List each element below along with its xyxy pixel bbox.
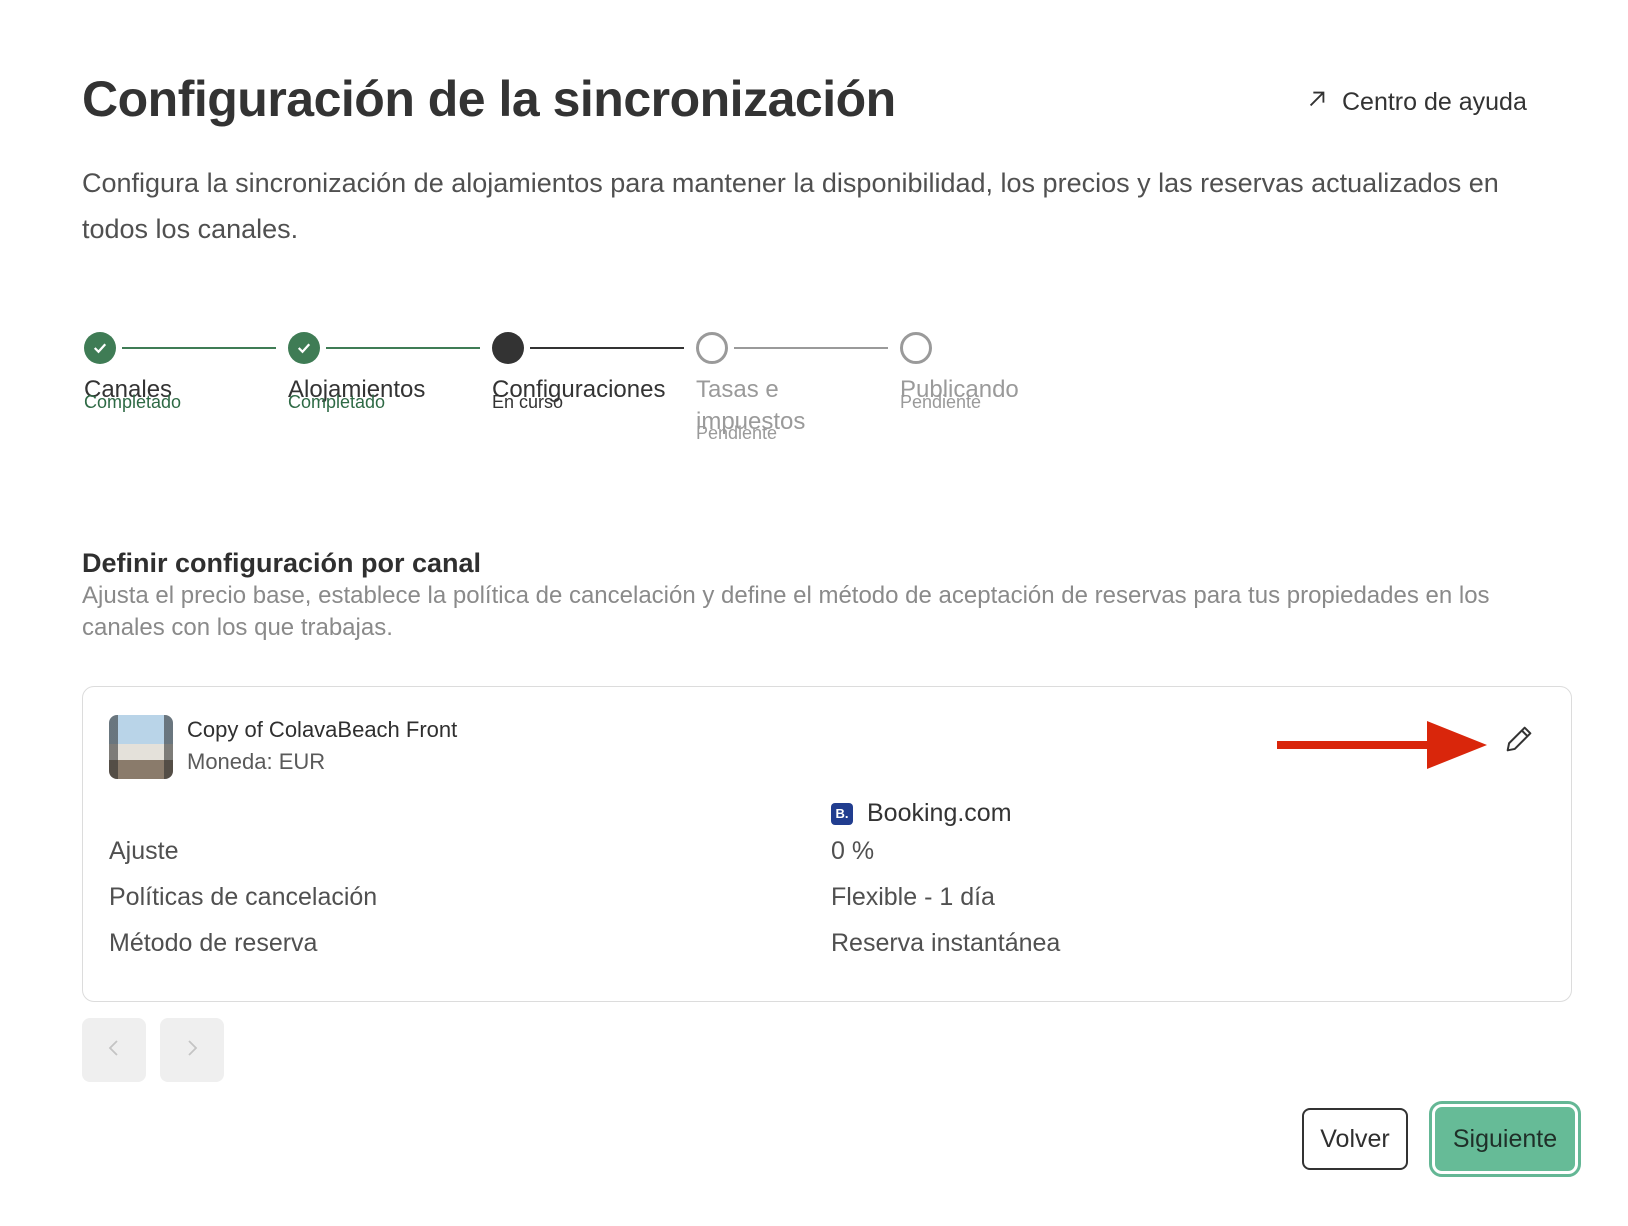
step-pending-icon	[900, 332, 932, 364]
step-connector	[530, 347, 684, 349]
adjustment-label: Ajuste	[109, 837, 179, 865]
step-connector	[122, 347, 276, 349]
booking-method-label: Método de reserva	[109, 929, 318, 957]
property-currency: Moneda: EUR	[187, 749, 326, 774]
page-subtitle: Configura la sincronización de alojamien…	[82, 168, 1499, 244]
step-status: Completado	[288, 392, 386, 412]
channel-header: B. Booking.com	[831, 799, 1012, 828]
channel-name: Booking.com	[867, 799, 1012, 827]
step-complete-icon	[84, 332, 116, 364]
adjustment-value: 0 %	[831, 837, 875, 865]
red-arrow-icon	[1277, 721, 1487, 769]
step-current-icon	[492, 332, 524, 364]
help-center-link[interactable]: Centro de ayuda	[1306, 88, 1527, 117]
page-title: Configuración de la sincronización	[82, 71, 896, 127]
step-connector	[326, 347, 480, 349]
step-complete-icon	[288, 332, 320, 364]
channel-config-card: Copy of ColavaBeach Front Moneda: EUR B.…	[82, 686, 1572, 1002]
step-status: En curso	[492, 392, 564, 412]
previous-page-button[interactable]	[82, 1018, 146, 1082]
chevron-left-icon	[102, 1036, 126, 1065]
step-connector	[734, 347, 888, 349]
step-pending-icon	[696, 332, 728, 364]
chevron-right-icon	[180, 1036, 204, 1065]
section-description: Ajusta el precio base, establece la polí…	[82, 582, 1490, 641]
section-title: Definir configuración por canal	[82, 548, 482, 578]
step-status: Pendiente	[696, 423, 778, 443]
pencil-icon	[1502, 722, 1536, 761]
cancellation-policy-label: Políticas de cancelación	[109, 883, 378, 911]
step-status: Completado	[84, 392, 182, 412]
cancellation-policy-value: Flexible - 1 día	[831, 883, 995, 911]
edit-button[interactable]	[1499, 721, 1539, 761]
step-status: Pendiente	[900, 392, 982, 412]
next-page-button[interactable]	[160, 1018, 224, 1082]
booking-logo-icon: B.	[831, 802, 853, 825]
arrow-up-right-icon	[1306, 88, 1328, 117]
booking-method-value: Reserva instantánea	[831, 929, 1061, 957]
back-button[interactable]: Volver	[1302, 1108, 1408, 1170]
progress-stepper: Canales Completado Alojamientos Completa…	[84, 332, 1084, 472]
help-center-label: Centro de ayuda	[1342, 88, 1527, 116]
next-button[interactable]: Siguiente	[1429, 1101, 1581, 1177]
property-thumbnail	[109, 715, 173, 779]
property-name: Copy of ColavaBeach Front	[187, 717, 458, 742]
